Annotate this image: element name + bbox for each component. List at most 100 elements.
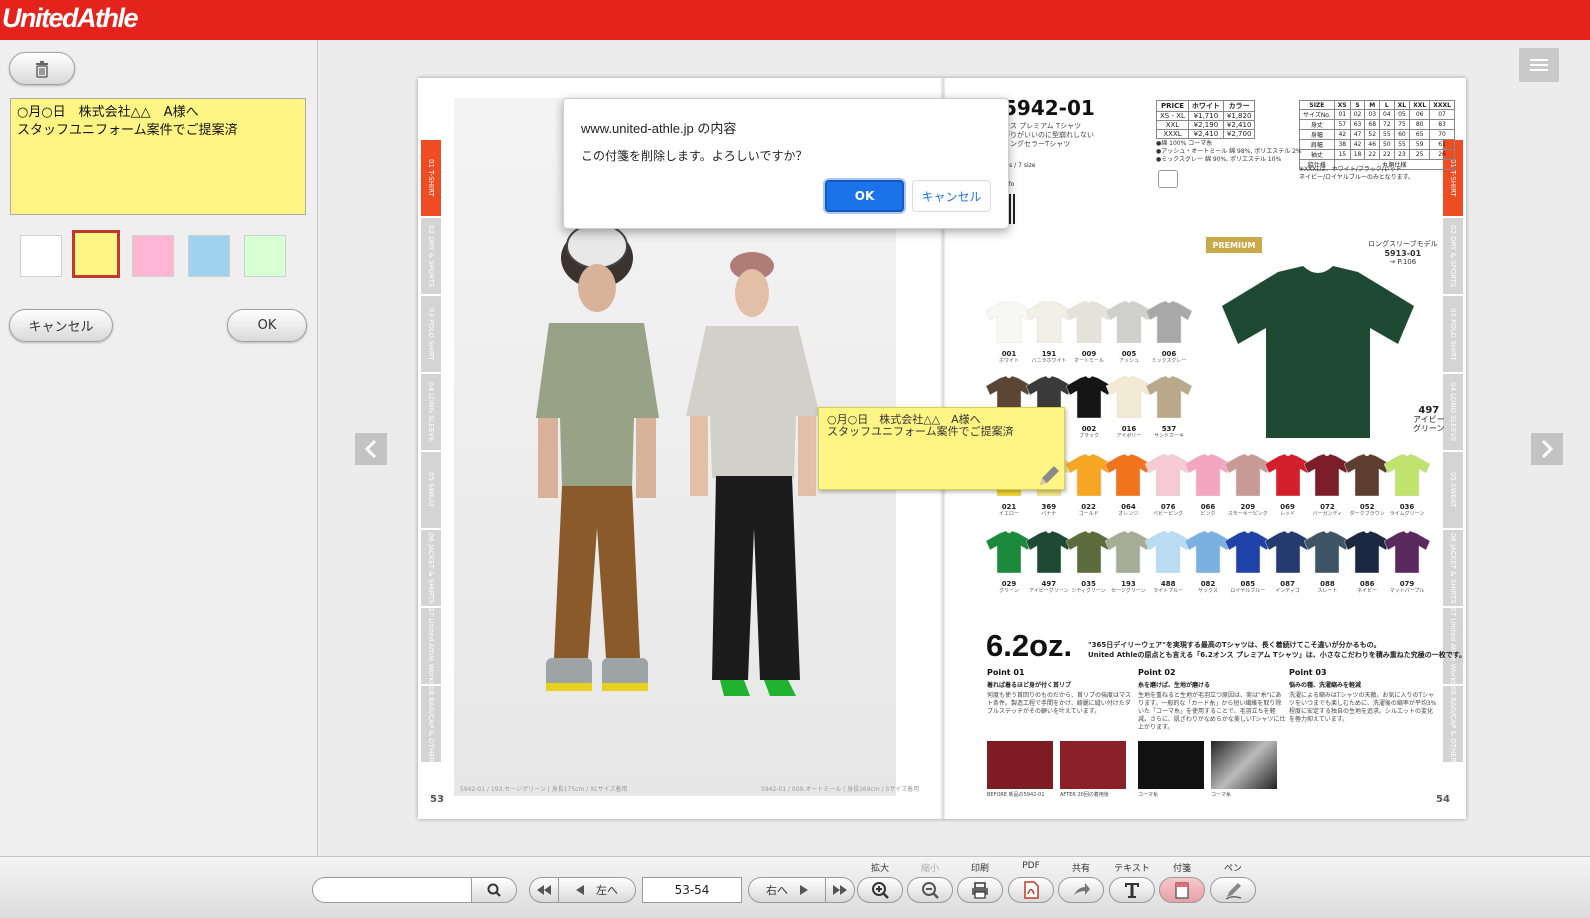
product-desc-2: ロングセラーTシャツ (1003, 140, 1071, 148)
table-row: XXL ¥2,190 ¥2,410 (1156, 120, 1256, 130)
tool-label: PDF (1022, 861, 1040, 871)
tool-button[interactable] (1109, 877, 1155, 903)
tool-button[interactable] (1159, 877, 1205, 903)
tool-label: 印刷 (970, 864, 989, 874)
size-notes: ※XXXLは、ホワイト/ブラック/レッド ネイビー/ロイヤルブルーのみとなります… (1299, 166, 1414, 182)
featured-color-name-2: グリーン (1413, 424, 1445, 433)
color-swatch[interactable] (72, 230, 120, 278)
photo-caption-left: 5942-01 / 193.セージグリーン | 身長175cm / XLサイズ着… (460, 786, 628, 793)
model-ref-code: 5913-01 (1384, 249, 1422, 258)
section-tab[interactable]: 02 DRY & SPORTS (421, 218, 441, 294)
hamburger-icon (1530, 59, 1548, 71)
section-tab[interactable]: 03 POLO SHIRT (421, 296, 441, 372)
color-variation: 079 マットパープル (1383, 530, 1431, 594)
table-cell: 03 (1364, 109, 1381, 120)
premium-badge: PREMIUM (1206, 237, 1262, 253)
table-cell: 68 (1364, 119, 1381, 130)
print-icon (971, 881, 988, 899)
detail-photo-after (1060, 741, 1126, 789)
detail-caption-3: コーマ糸 (1138, 792, 1159, 798)
table-cell: 42 (1333, 129, 1351, 140)
table-cell: 83 (1429, 119, 1455, 130)
tool-button[interactable] (857, 877, 903, 903)
next-page-button[interactable]: 右へ (748, 877, 826, 903)
prev-page-button[interactable]: 左へ (558, 877, 636, 903)
section-tab[interactable]: 04 LONG SLEEVE (421, 374, 441, 450)
table-row: XS - XL ¥1,710 ¥1,820 (1156, 111, 1256, 121)
double-chevron-right-icon (833, 885, 847, 895)
table-cell: 肩幅 (1299, 139, 1335, 150)
dialog-cancel-button[interactable]: キャンセル (912, 180, 991, 212)
size-note-2: ネイビー/ロイヤルブルーのみとなります。 (1299, 174, 1415, 181)
note-text-input[interactable]: ○月○日 株式会社△△ A様へ スタッフユニフォーム案件でご提案済 (10, 98, 306, 215)
section-tab[interactable]: 08 BAG/CAP & OTHER (421, 686, 441, 762)
color-swatch[interactable] (132, 235, 174, 277)
table-cell: 55 (1393, 139, 1411, 150)
menu-button[interactable] (1519, 48, 1559, 82)
weight-desc-1: "365日デイリーウェア"を実現する最高のTシャツは、長く着続けてこそ違いが分か… (1088, 641, 1381, 649)
featured-color-name-1: アイビー (1413, 415, 1445, 424)
color-swatch[interactable] (20, 235, 62, 277)
ok-button[interactable]: OK (227, 309, 307, 342)
page-indicator[interactable]: 53-54 (642, 877, 742, 903)
section-tab[interactable]: 08 BAG/CAP & OTHER (1443, 686, 1463, 762)
left-page-number: 53 (430, 794, 444, 805)
delete-note-button[interactable] (9, 52, 75, 85)
section-tab[interactable]: 06 JACKET & SHIRTS (1443, 530, 1463, 606)
feature-point: Point 02 糸を磨けば、生地が磨ける 生地を重ねると生地が毛羽立つ原因は、実は… (1138, 668, 1286, 732)
tool-label: テキスト (1114, 864, 1150, 874)
tool-button[interactable] (1058, 877, 1104, 903)
color-name: ライムグリーン (1389, 511, 1425, 517)
point-heading: 糸を磨けば、生地が磨ける (1138, 682, 1211, 689)
table-cell: SIZE (1299, 100, 1335, 110)
last-page-button[interactable] (825, 877, 855, 903)
color-swatch[interactable] (188, 235, 230, 277)
section-tab[interactable]: 04 LONG SLEEVE (1443, 374, 1463, 450)
section-tab[interactable]: 01 T-SHIRT (421, 140, 441, 216)
section-tabs-right: 01 T-SHIRT 02 DRY & SPORTS 03 POLO SHIRT 04… (1443, 140, 1463, 764)
point-heading: 悩みの種、洗濯縮みを軽減 (1289, 682, 1362, 689)
table-cell: 02 (1349, 109, 1366, 120)
section-tab[interactable]: 05 SWEAT (421, 452, 441, 528)
section-tab[interactable]: 05 SWEAT (1443, 452, 1463, 528)
photo-caption-right: 5942-01 / 009.オートミール | 身長169cm / Sサイズ着用 (761, 786, 920, 793)
table-cell: 身幅 (1299, 129, 1335, 140)
logo: UnitedAthle (2, 3, 139, 33)
table-row: SIZE XS S M L XL XXL XXXL (1299, 100, 1455, 110)
sticky-note[interactable]: ○月○日 株式会社△△ A様へ スタッフユニフォーム案件でご提案済 (818, 407, 1065, 490)
triangle-right-icon (800, 885, 808, 895)
tool-button[interactable] (1210, 877, 1256, 903)
section-tab[interactable]: 03 POLO SHIRT (1443, 296, 1463, 372)
color-swatch[interactable] (244, 235, 286, 277)
tool-button[interactable] (1008, 877, 1054, 903)
cancel-button[interactable]: キャンセル (9, 309, 113, 342)
next-page-arrow[interactable] (1531, 433, 1563, 465)
search-button[interactable] (471, 877, 517, 903)
prev-page-arrow[interactable] (355, 433, 387, 465)
section-tab[interactable]: 02 DRY & SPORTS (1443, 218, 1463, 294)
table-cell: 65 (1409, 129, 1431, 140)
point-body: 洗濯による縮みはTシャツの天敵。お気に入りのTシャツをいつまでも楽しむために、洗… (1289, 692, 1437, 723)
edit-note-pencil-icon[interactable] (1036, 463, 1062, 489)
tool-button[interactable] (907, 877, 953, 903)
search-input[interactable] (312, 877, 472, 903)
table-row: 身丈 57 63 68 72 75 80 83 (1299, 119, 1455, 130)
section-tab[interactable]: 07 United Athle Works (421, 608, 441, 684)
material-note: ●綿 100% コーマ糸 (1156, 140, 1213, 147)
chevron-right-icon (1541, 439, 1554, 459)
featured-color-code: 497 (1418, 405, 1440, 416)
table-cell: 55 (1379, 129, 1395, 140)
sticky-note-editor-panel: ○月○日 株式会社△△ A様へ スタッフユニフォーム案件でご提案済 キャンセル … (0, 40, 318, 858)
table-row: サイズNo. 01 02 03 04 05 06 07 (1299, 109, 1455, 120)
dialog-ok-button[interactable]: OK (825, 180, 904, 212)
shirt-swatch-icon (1145, 375, 1193, 419)
tool-button[interactable] (957, 877, 1003, 903)
table-cell: 22 (1364, 149, 1381, 160)
table-cell: 63 (1349, 119, 1366, 130)
first-page-button[interactable] (529, 877, 559, 903)
featured-shirt-image (1222, 266, 1414, 438)
detail-caption-2: AFTER 20回の着用後 (1060, 792, 1109, 798)
table-row: PRICE ホワイト カラー (1156, 100, 1256, 112)
section-tab[interactable]: 06 JACKET & SHIRTS (421, 530, 441, 606)
next-label: 右へ (766, 884, 788, 897)
